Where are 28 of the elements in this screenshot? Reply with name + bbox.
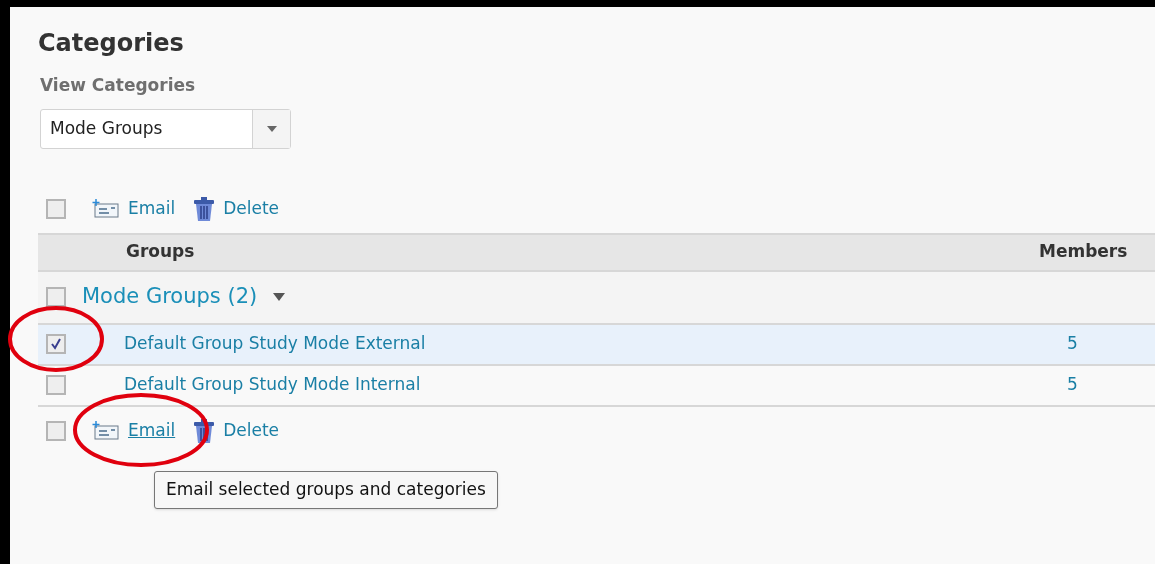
group-link[interactable]: Default Group Study Mode External (124, 331, 426, 357)
checkbox[interactable] (46, 287, 66, 307)
checkbox[interactable] (46, 198, 66, 219)
category-link[interactable]: Mode Groups (2) (82, 281, 258, 313)
page-title: Categories (38, 29, 185, 57)
checkbox[interactable] (46, 334, 66, 354)
tooltip: Email selected groups and categories (154, 471, 498, 509)
email-icon (92, 420, 120, 441)
column-header: Groups (126, 240, 195, 264)
member-count[interactable]: 5 (1067, 331, 1155, 357)
table-row[interactable]: Default Group Study Mode External 5 (38, 324, 1155, 366)
category-dropdown[interactable]: Mode Groups (40, 108, 291, 149)
delete-link[interactable]: Delete (223, 417, 280, 444)
trash-icon (193, 195, 216, 222)
member-count[interactable]: 5 (1067, 372, 1155, 398)
column-header: Members (1039, 240, 1129, 264)
email-link[interactable]: Email (128, 417, 176, 444)
delete-link[interactable]: Delete (223, 195, 280, 222)
caret-icon (266, 125, 277, 132)
view-label: View Categories (40, 74, 197, 97)
check-icon (49, 337, 63, 351)
email-link[interactable]: Email (128, 195, 176, 222)
trash-icon (193, 417, 216, 444)
email-icon (92, 198, 120, 219)
checkbox[interactable] (46, 420, 66, 441)
caret-icon[interactable] (273, 293, 286, 301)
group-link[interactable]: Default Group Study Mode Internal (124, 372, 421, 398)
checkbox[interactable] (46, 375, 66, 395)
